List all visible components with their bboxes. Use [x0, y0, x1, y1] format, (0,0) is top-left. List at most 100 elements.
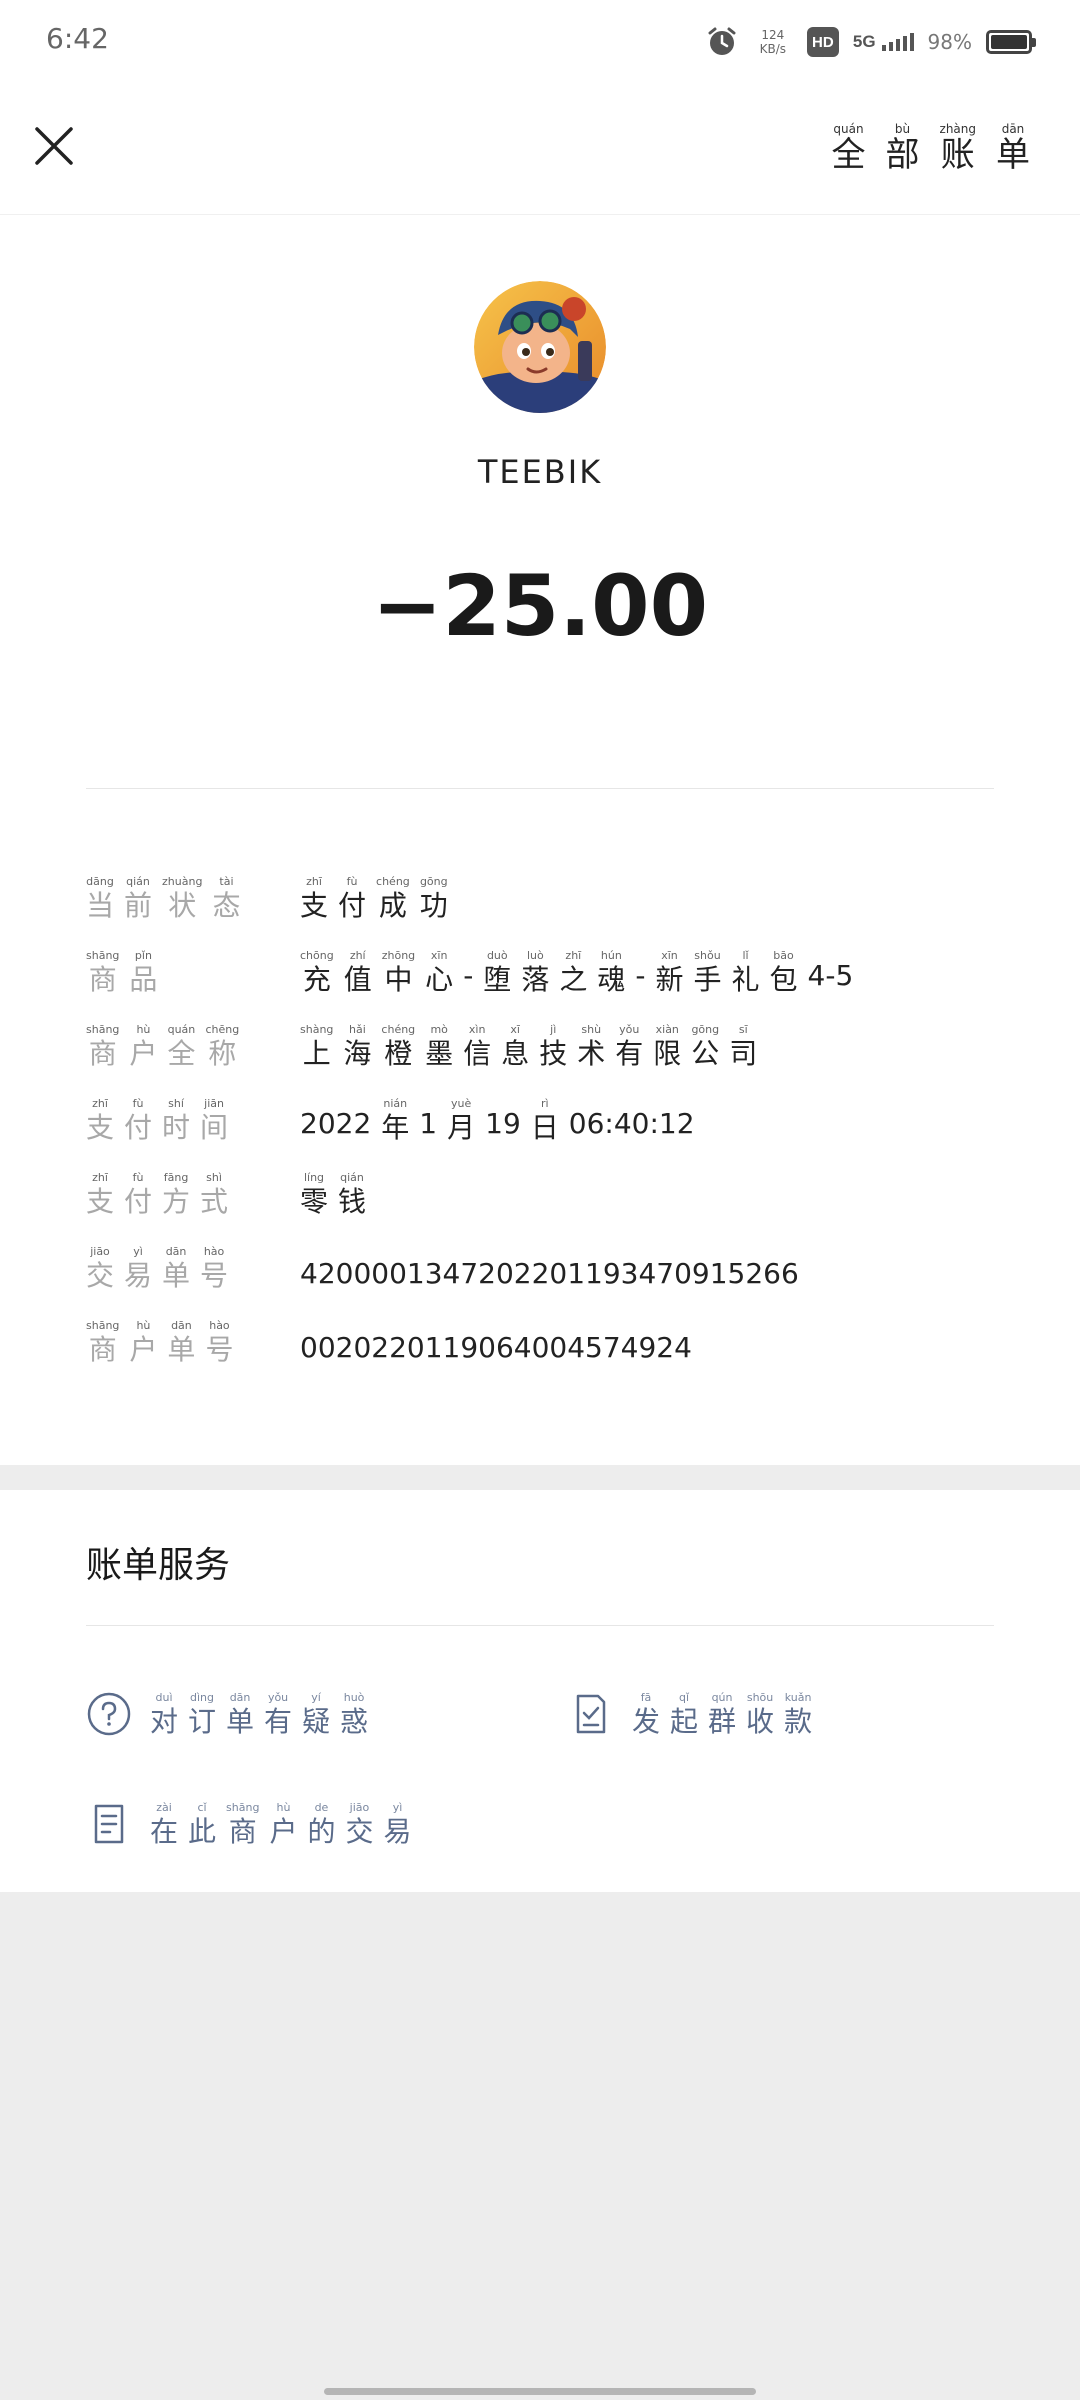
- ruby-char: jiāo 交: [86, 1245, 114, 1293]
- ruby-char: gōng 功: [420, 875, 448, 923]
- pinyin: shāng: [86, 949, 120, 962]
- ruby-char: zhōng 中: [382, 949, 415, 997]
- detail-row-merchant-name: shāng 商 hù 户 quán 全 chēng 称 shàng 上 hǎi 海 chéng 橙 mò 墨…: [86, 997, 994, 1071]
- hanzi: 06:40:12: [568, 1107, 695, 1140]
- pinyin: de: [314, 1801, 329, 1814]
- detail-value-status: zhī 支 fù 付 chéng 成 gōng 功: [300, 870, 994, 923]
- order-question-label: duì 对 dìng 订 dān 单 yǒu 有 yí 疑 huò 惑: [150, 1686, 378, 1739]
- ruby-char: tài 态: [212, 875, 240, 923]
- hanzi: 功: [419, 889, 448, 922]
- hanzi: 状: [168, 889, 197, 922]
- group-collect-button[interactable]: fā 发 qǐ 起 qún 群 shōu 收 kuǎn 款: [568, 1686, 822, 1739]
- ruby-char: bāo 包: [770, 949, 798, 997]
- pinyin: fāng: [163, 1171, 189, 1184]
- hanzi: 起: [670, 1705, 699, 1738]
- hanzi: 付: [124, 1185, 153, 1218]
- status-bar: 6:42 124 KB/s HD 5G 98%: [0, 0, 1080, 80]
- pinyin: yǒu: [267, 1691, 289, 1704]
- signal-icon: [881, 33, 914, 51]
- network-type: 5G: [852, 32, 876, 51]
- ruby-char: hún 魂: [597, 949, 625, 997]
- ruby-char: qián 钱: [338, 1171, 366, 1219]
- ruby-char: yì 易: [383, 1801, 411, 1849]
- hanzi: 包: [769, 963, 798, 996]
- hanzi: 支: [86, 1111, 115, 1144]
- hanzi: 术: [577, 1037, 606, 1070]
- ruby-char: shōu 收: [746, 1691, 774, 1739]
- hanzi: 方: [162, 1185, 191, 1218]
- hanzi: 单: [167, 1333, 196, 1366]
- hanzi: 之: [559, 963, 588, 996]
- detail-value-merchant-order-no[interactable]: 0020220119064004574924: [300, 1331, 994, 1367]
- ruby-char: shì 式: [200, 1171, 228, 1219]
- detail-label-merchant-name: shāng 商 hù 户 quán 全 chēng 称: [86, 1018, 300, 1071]
- home-indicator[interactable]: [324, 2388, 756, 2395]
- hanzi: 钱: [338, 1185, 367, 1218]
- ruby-char: 06:40:12: [569, 1093, 695, 1141]
- pinyin: bù: [894, 122, 911, 136]
- ruby-char: dān 单: [162, 1245, 190, 1293]
- close-icon[interactable]: [32, 124, 76, 168]
- detail-value-transaction-no[interactable]: 4200001347202201193470915266: [300, 1257, 994, 1293]
- ruby-char: duì 对: [150, 1691, 178, 1739]
- ruby-char: yì 易: [124, 1245, 152, 1293]
- order-question-button[interactable]: duì 对 dìng 订 dān 单 yǒu 有 yí 疑 huò 惑: [86, 1686, 378, 1739]
- hanzi: 交: [345, 1815, 374, 1848]
- merchant-transactions-button[interactable]: zài 在 cǐ 此 shāng 商 hù 户 de 的 jiāo 交 yì 易: [86, 1796, 422, 1849]
- hanzi: 户: [129, 1037, 158, 1070]
- hanzi: 单: [996, 135, 1030, 175]
- ruby-char: chéng 成: [376, 875, 410, 923]
- ruby-char: jiāo 交: [345, 1801, 373, 1849]
- all-bills-link[interactable]: quán 全 bù 部 zhàng 账 dān 单: [832, 122, 1040, 174]
- hanzi: 品: [129, 963, 158, 996]
- pinyin: nián: [383, 1097, 408, 1110]
- hanzi: 信: [463, 1037, 492, 1070]
- hanzi: 堕: [483, 963, 512, 996]
- net-speed-value: 124: [761, 28, 785, 42]
- ruby-char: quán 全: [832, 122, 866, 174]
- pinyin: qián: [126, 875, 150, 888]
- ruby-char: jiān 间: [200, 1097, 228, 1145]
- hanzi: 式: [200, 1185, 229, 1218]
- hanzi: 心: [425, 963, 454, 996]
- ruby-char: luò 落: [521, 949, 549, 997]
- nav-bar: quán 全 bù 部 zhàng 账 dān 单: [0, 80, 1080, 215]
- pinyin: yí: [311, 1691, 321, 1704]
- ruby-char: dān 单: [996, 122, 1030, 174]
- hanzi: 值: [343, 963, 372, 996]
- ruby-char: hào 号: [200, 1245, 228, 1293]
- divider: [86, 1625, 994, 1626]
- pinyin: shǒu: [694, 949, 721, 962]
- hanzi: 手: [693, 963, 722, 996]
- pinyin: jì: [550, 1023, 557, 1036]
- pinyin: shāng: [86, 1319, 120, 1332]
- pinyin: hào: [203, 1245, 225, 1258]
- ruby-char: hǎi 海: [343, 1023, 371, 1071]
- merchant-avatar: [474, 281, 606, 413]
- pinyin: xīn: [661, 949, 678, 962]
- hanzi: 发: [632, 1705, 661, 1738]
- ruby-char: xiàn 限: [653, 1023, 681, 1071]
- detail-label-pay-method: zhī 支 fù 付 fāng 方 shì 式: [86, 1166, 300, 1219]
- ruby-char: zhī 之: [559, 949, 587, 997]
- hanzi: 有: [264, 1705, 293, 1738]
- hanzi: 魂: [597, 963, 626, 996]
- pinyin: shāng: [86, 1023, 120, 1036]
- bill-services-section: 账单服务 duì 对 dìng 订 dān 单 yǒu 有 yí 疑 huò 惑 fā 发 qǐ 起 qún 群…: [0, 1490, 1080, 1892]
- pinyin: shāng: [226, 1801, 260, 1814]
- pinyin: shù: [581, 1023, 602, 1036]
- pinyin: yǒu: [619, 1023, 640, 1036]
- pinyin: chēng: [205, 1023, 240, 1036]
- ruby-char: 1: [419, 1093, 437, 1141]
- pinyin: bāo: [773, 949, 794, 962]
- ruby-char: 19: [485, 1093, 521, 1141]
- alarm-icon: [708, 27, 736, 55]
- pinyin: jiāo: [90, 1245, 110, 1258]
- hanzi: 上: [302, 1037, 331, 1070]
- hanzi: 支: [86, 1185, 115, 1218]
- ruby-char: xīn 心: [425, 949, 453, 997]
- ruby-char: shǒu 手: [693, 949, 721, 997]
- ruby-char: yǒu 有: [264, 1691, 292, 1739]
- pinyin: rì: [540, 1097, 549, 1110]
- detail-label-merchant-order-no: shāng 商 hù 户 dān 单 hào 号: [86, 1314, 300, 1367]
